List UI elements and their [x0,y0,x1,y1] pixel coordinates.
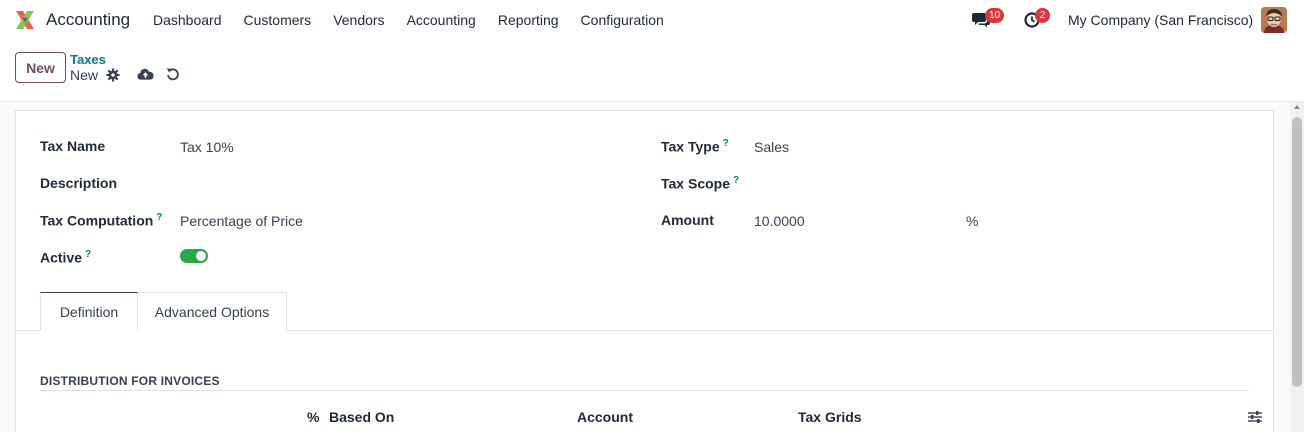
menu-configuration[interactable]: Configuration [570,0,675,40]
company-switcher[interactable]: My Company (San Francisco) [1068,12,1253,28]
chat-count-badge: 10 [985,8,1005,23]
tax-computation-label: Tax Computation? [40,212,163,229]
tax-name-label: Tax Name [40,138,106,154]
menu-vendors[interactable]: Vendors [322,0,395,40]
col-account[interactable]: Account [577,409,633,425]
tab-advanced-options[interactable]: Advanced Options [137,292,287,331]
breadcrumb-current: New [70,67,99,83]
menu-reporting[interactable]: Reporting [487,0,570,40]
description-input[interactable] [180,176,620,194]
menu-accounting[interactable]: Accounting [396,0,487,40]
activity-count-badge: 2 [1035,8,1050,23]
scroll-up-arrow-icon[interactable] [1294,105,1300,109]
active-label: Active? [40,249,92,266]
description-label: Description [40,175,118,191]
col-tax-grids[interactable]: Tax Grids [798,409,862,425]
cloud-upload-icon[interactable] [137,67,154,81]
tax-scope-label: Tax Scope? [661,175,740,192]
tax-name-input[interactable]: Tax 10% [180,139,234,155]
tax-scope-select[interactable] [754,176,1234,194]
distribution-invoices-title: DISTRIBUTION FOR INVOICES [40,374,220,388]
col-based-on[interactable]: Based On [329,409,394,425]
main-menu: Dashboard Customers Vendors Accounting R… [142,0,675,40]
help-tooltip-icon[interactable]: ? [733,175,739,186]
section-separator [40,390,1249,391]
amount-input[interactable]: 10.0000 [754,213,805,229]
accounting-app-icon[interactable] [14,9,36,31]
discard-undo-icon[interactable] [166,67,180,81]
menu-dashboard[interactable]: Dashboard [142,0,233,40]
scrollbar-thumb[interactable] [1292,117,1302,387]
tax-computation-select[interactable]: Percentage of Price [180,213,303,229]
col-percent[interactable]: % [307,409,319,425]
help-tooltip-icon[interactable]: ? [156,212,162,223]
breadcrumb-taxes-link[interactable]: Taxes [70,52,106,67]
new-record-button[interactable]: New [15,52,66,83]
help-tooltip-icon[interactable]: ? [85,249,91,260]
help-tooltip-icon[interactable]: ? [723,138,729,149]
tab-definition[interactable]: Definition [40,292,138,331]
menu-customers[interactable]: Customers [233,0,323,40]
tax-type-label: Tax Type? [661,138,729,155]
gear-icon[interactable] [106,68,120,82]
amount-label: Amount [661,212,714,228]
tax-type-select[interactable]: Sales [754,139,789,155]
active-toggle[interactable] [180,249,208,263]
column-settings-icon[interactable] [1248,410,1262,424]
amount-unit: % [966,213,979,229]
app-name[interactable]: Accounting [46,10,130,30]
user-avatar[interactable] [1261,7,1287,33]
